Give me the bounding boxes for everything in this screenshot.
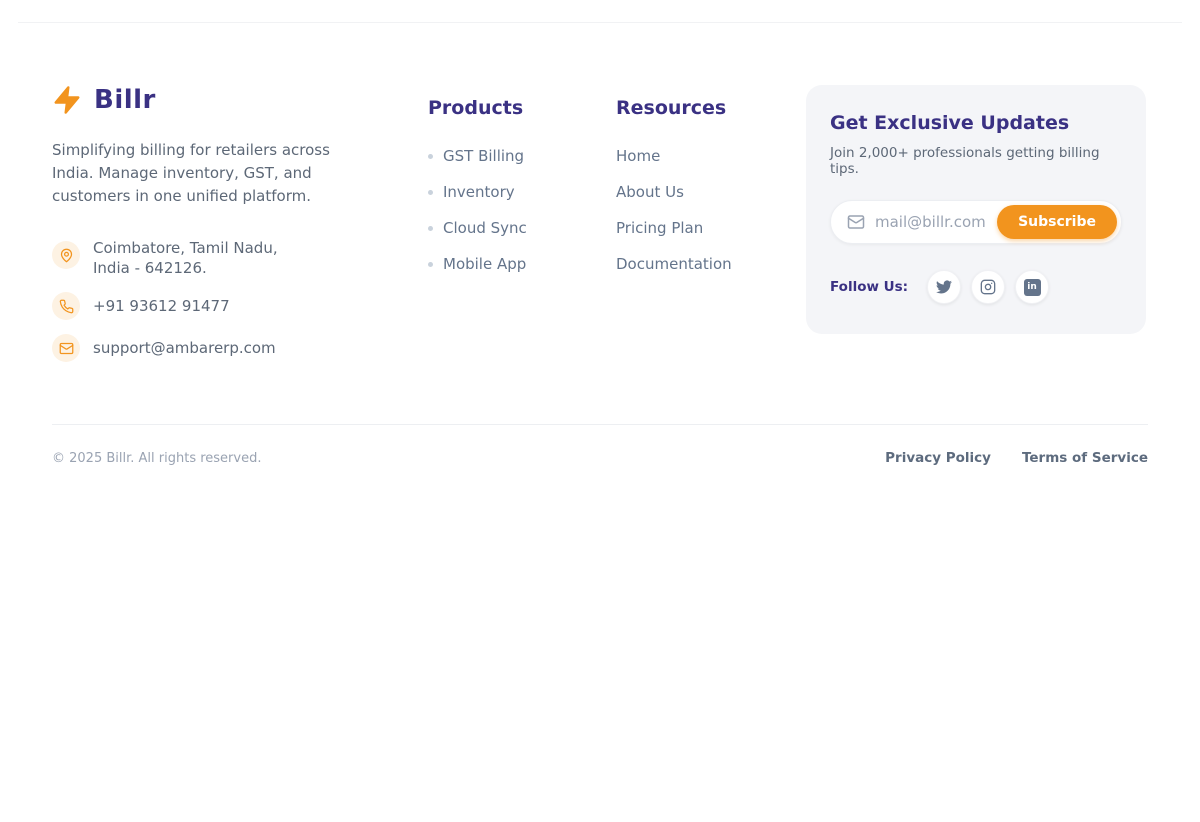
- envelope-icon: [847, 213, 865, 231]
- resource-link-about-us[interactable]: About Us: [616, 182, 766, 202]
- bullet-dot: [428, 154, 433, 159]
- lightning-bolt-icon: [52, 85, 82, 115]
- address-line-1: Coimbatore, Tamil Nadu,: [93, 239, 278, 257]
- email-input[interactable]: [875, 213, 1010, 231]
- twitter-icon: [936, 279, 952, 295]
- product-link-label: Inventory: [443, 182, 515, 202]
- brand-logo: Billr: [52, 85, 408, 115]
- contact-phone-row[interactable]: +91 93612 91477: [52, 292, 408, 320]
- resource-link-pricing-plan[interactable]: Pricing Plan: [616, 218, 766, 238]
- email-address[interactable]: support@ambarerp.com: [93, 338, 276, 358]
- product-link-gst-billing[interactable]: GST Billing: [428, 146, 586, 166]
- map-pin-icon: [52, 241, 80, 269]
- terms-of-service-link[interactable]: Terms of Service: [1022, 450, 1148, 466]
- product-link-cloud-sync[interactable]: Cloud Sync: [428, 218, 586, 238]
- instagram-icon: [980, 279, 996, 295]
- phone-icon: [52, 292, 80, 320]
- instagram-button[interactable]: [971, 270, 1005, 304]
- bullet-dot: [428, 190, 433, 195]
- product-link-label: Cloud Sync: [443, 218, 527, 238]
- contact-address-row: Coimbatore, Tamil Nadu, India - 642126.: [52, 238, 408, 278]
- follow-us-label: Follow Us:: [830, 279, 908, 295]
- products-list: GST Billing Inventory Cloud Sync Mobile …: [428, 146, 586, 274]
- envelope-icon: [52, 334, 80, 362]
- contact-email-row[interactable]: support@ambarerp.com: [52, 334, 408, 362]
- privacy-policy-link[interactable]: Privacy Policy: [885, 450, 991, 466]
- resources-column: Resources Home About Us Pricing Plan Doc…: [616, 85, 766, 274]
- bullet-dot: [428, 226, 433, 231]
- products-title: Products: [428, 97, 586, 119]
- product-link-mobile-app[interactable]: Mobile App: [428, 254, 586, 274]
- resource-link-documentation[interactable]: Documentation: [616, 254, 766, 274]
- subscribe-button[interactable]: Subscribe: [997, 205, 1117, 239]
- resources-list: Home About Us Pricing Plan Documentation: [616, 146, 766, 274]
- resources-title: Resources: [616, 97, 766, 119]
- product-link-label: GST Billing: [443, 146, 524, 166]
- product-link-label: Mobile App: [443, 254, 526, 274]
- brand-column: Billr Simplifying billing for retailers …: [52, 85, 408, 362]
- phone-number[interactable]: +91 93612 91477: [93, 296, 230, 316]
- linkedin-icon: in: [1024, 279, 1041, 296]
- contact-list: Coimbatore, Tamil Nadu, India - 642126. …: [52, 238, 408, 362]
- brand-name: Billr: [94, 85, 156, 115]
- linkedin-button[interactable]: in: [1015, 270, 1049, 304]
- social-row: Follow Us: in: [830, 270, 1122, 304]
- copyright-text: © 2025 Billr. All rights reserved.: [52, 451, 261, 466]
- resource-link-home[interactable]: Home: [616, 146, 766, 166]
- newsletter-title: Get Exclusive Updates: [830, 112, 1122, 134]
- bottom-divider: [52, 424, 1148, 425]
- brand-description: Simplifying billing for retailers across…: [52, 139, 364, 208]
- newsletter-card: Get Exclusive Updates Join 2,000+ profes…: [806, 85, 1146, 334]
- address-text: Coimbatore, Tamil Nadu, India - 642126.: [93, 238, 278, 278]
- twitter-button[interactable]: [927, 270, 961, 304]
- email-input-container: Subscribe: [830, 200, 1122, 244]
- footer-bottom-bar: © 2025 Billr. All rights reserved. Priva…: [0, 450, 1200, 466]
- address-line-2: India - 642126.: [93, 259, 207, 277]
- newsletter-subtitle: Join 2,000+ professionals getting billin…: [830, 145, 1122, 177]
- footer: Billr Simplifying billing for retailers …: [0, 23, 1200, 362]
- products-column: Products GST Billing Inventory Cloud Syn…: [428, 85, 586, 274]
- legal-links: Privacy Policy Terms of Service: [885, 450, 1148, 466]
- bullet-dot: [428, 262, 433, 267]
- product-link-inventory[interactable]: Inventory: [428, 182, 586, 202]
